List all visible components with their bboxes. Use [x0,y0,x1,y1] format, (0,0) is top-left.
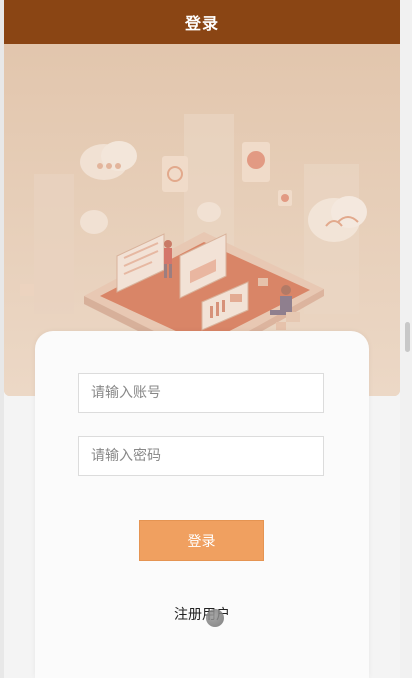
page-title: 登录 [184,14,219,33]
pointer-cursor-icon [206,609,224,627]
login-card: 登录 注册用户 [35,331,369,678]
clock-card-icon [162,156,188,192]
heart-small-icon [278,190,292,206]
scrollbar[interactable] [400,0,412,678]
register-link[interactable]: 注册用户 [35,604,369,624]
top-bar: 登录 [4,0,400,44]
heart-card-icon [242,142,270,182]
password-input[interactable] [78,436,324,476]
login-button[interactable]: 登录 [139,520,264,561]
scrollbar-thumb[interactable] [405,322,410,352]
login-page: 登录 请输入账号 登录 注册用户 [0,0,412,678]
account-input[interactable] [78,373,324,413]
